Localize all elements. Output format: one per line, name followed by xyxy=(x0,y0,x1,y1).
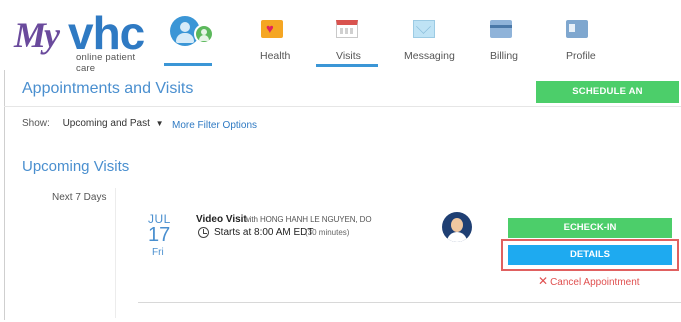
nav-billing[interactable]: Billing xyxy=(490,20,519,68)
nav-profile-label: Profile xyxy=(566,50,596,62)
nav-billing-label: Billing xyxy=(490,50,519,62)
nav-profile[interactable]: Profile xyxy=(566,20,596,68)
calendar-icon xyxy=(336,20,358,38)
close-icon: ✕ xyxy=(538,274,549,288)
visit-provider-text: with HONG HANH LE NGUYEN, DO xyxy=(244,215,372,224)
upcoming-visits-heading: Upcoming Visits xyxy=(22,158,130,175)
visit-duration: (30 minutes) xyxy=(305,228,350,237)
logo-tagline: online patient care xyxy=(76,52,136,74)
visit-provider: with HONG HANH LE NGUYEN, DO xyxy=(244,215,372,224)
filter-row: Show: Upcoming and Past ▼ xyxy=(22,118,164,129)
visit-type: Video Visit xyxy=(196,214,247,225)
visit-start-time: Starts at 8:00 AM EDT xyxy=(214,227,314,238)
nav-visits-label: Visits xyxy=(336,50,361,62)
provider-avatar xyxy=(442,212,472,242)
visit-card: JUL 17 Fri Video Visit with HONG HANH LE… xyxy=(118,204,681,304)
visit-day: 17 xyxy=(148,224,171,246)
visit-weekday: Fri xyxy=(152,247,164,258)
nav-messaging[interactable]: Messaging xyxy=(404,20,455,68)
logo-my: My xyxy=(14,15,60,55)
nav-messaging-label: Messaging xyxy=(404,50,455,62)
credit-card-icon xyxy=(490,20,512,38)
proxy-avatar-icon xyxy=(194,24,214,44)
header: My vhc online patient care Health Visits… xyxy=(0,0,681,74)
visit-filter-value: Upcoming and Past xyxy=(62,118,150,129)
envelope-icon xyxy=(413,20,435,38)
details-button[interactable]: DETAILS xyxy=(508,245,672,265)
nav-visits[interactable]: Visits xyxy=(316,20,378,68)
id-card-icon xyxy=(566,20,588,38)
account-switcher[interactable] xyxy=(164,10,214,66)
more-filter-options-link[interactable]: More Filter Options xyxy=(172,120,257,131)
days-panel: Next 7 Days xyxy=(40,188,116,318)
myvhc-logo[interactable]: My vhc online patient care xyxy=(14,7,156,74)
account-underline xyxy=(164,63,212,66)
nav-health[interactable]: Health xyxy=(260,20,291,68)
chevron-down-icon: ▼ xyxy=(155,119,164,128)
schedule-appointment-button[interactable]: SCHEDULE AN APPOINTMENT xyxy=(536,81,679,119)
divider xyxy=(4,106,681,107)
next-days-label: Next 7 Days xyxy=(52,192,107,203)
visit-filter-select[interactable]: Upcoming and Past ▼ xyxy=(63,118,164,129)
page-title: Appointments and Visits xyxy=(22,80,194,97)
clock-icon xyxy=(198,227,209,238)
echeck-in-button[interactable]: ECHECK-IN xyxy=(508,218,672,238)
cancel-appointment-link[interactable]: ✕ Cancel Appointment xyxy=(538,274,640,288)
heart-icon xyxy=(261,20,283,38)
nav-health-label: Health xyxy=(260,50,291,62)
cancel-appointment-label: Cancel Appointment xyxy=(550,277,640,288)
card-divider xyxy=(138,302,681,303)
nav-active-indicator xyxy=(316,64,378,67)
show-label: Show: xyxy=(22,118,50,129)
